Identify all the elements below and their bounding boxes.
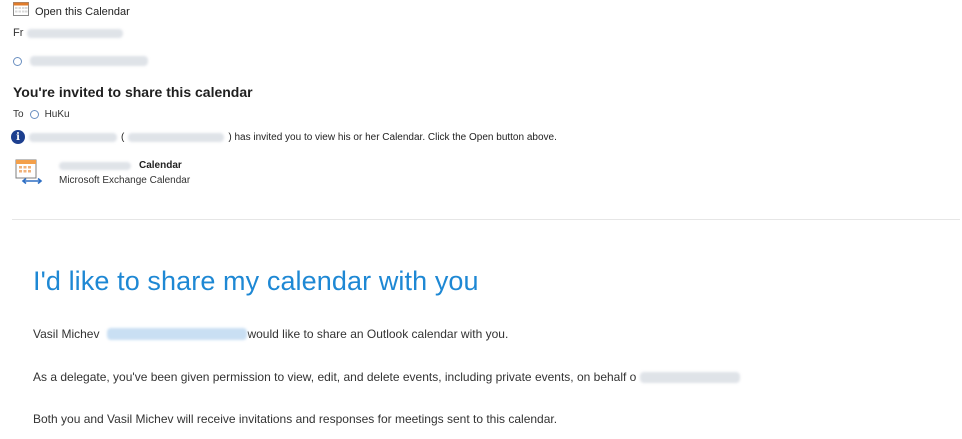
redacted-inviter-email-link[interactable] [107, 328, 248, 340]
presence-icon [29, 110, 39, 119]
delegate-paragraph: As a delegate, you've been given permiss… [33, 370, 741, 384]
redacted-inviter [29, 132, 117, 142]
message-subject: You're invited to share this calendar [13, 84, 253, 100]
divider [12, 219, 960, 220]
invitation-text: would like to share an Outlook calendar … [247, 327, 509, 341]
redacted-sender-name[interactable] [30, 56, 148, 66]
info-paren: ( [121, 131, 125, 143]
delegate-text: As a delegate, you've been given permiss… [33, 370, 637, 384]
calendar-share-icon [15, 158, 45, 191]
redacted-inviter-email [128, 132, 225, 142]
redacted-owner-name [640, 371, 741, 383]
redacted-owner [59, 161, 131, 170]
redacted-sender [27, 28, 124, 38]
attachment-subtitle: Microsoft Exchange Calendar [59, 175, 191, 186]
attachment-title: Calendar [139, 160, 182, 171]
to-row: To HuKu [13, 109, 70, 120]
from-label: Fr [13, 27, 24, 39]
calendar-icon [13, 2, 29, 21]
to-recipient[interactable]: HuKu [45, 109, 70, 120]
invitation-heading: I'd like to share my calendar with you [33, 266, 479, 296]
info-icon: i [11, 130, 25, 144]
to-label: To [13, 109, 24, 120]
open-calendar-label: Open this Calendar [35, 5, 130, 18]
calendar-attachment[interactable]: Calendar Microsoft Exchange Calendar [15, 158, 190, 191]
info-text: ) has invited you to view his or her Cal… [228, 131, 557, 143]
inviter-name: Vasil Michev [33, 327, 100, 341]
open-calendar-button[interactable]: Open this Calendar [13, 2, 130, 21]
from-row: Fr [13, 27, 124, 39]
sender-row [13, 56, 148, 66]
meetings-paragraph: Both you and Vasil Michev will receive i… [33, 412, 558, 426]
invitation-paragraph: Vasil Michev would like to share an Outl… [33, 327, 508, 341]
info-bar: i ( ) has invited you to view his or her… [11, 130, 557, 144]
presence-icon [13, 56, 22, 66]
